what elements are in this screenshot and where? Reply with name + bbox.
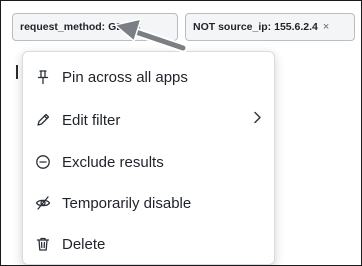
filter-pill-label: request_method: GET [20,21,130,33]
menu-item-temporarily-disable[interactable]: Temporarily disable [23,183,274,223]
pin-icon [35,69,51,85]
menu-item-label: Exclude results [62,153,164,171]
screenshot-frame: request_method: GET × NOT source_ip: 155… [0,0,362,266]
menu-item-label: Delete [62,235,106,253]
filter-pill-close-icon[interactable]: × [323,21,329,33]
chevron-right-icon [252,111,262,130]
minus-circle-icon [35,154,51,170]
menu-item-edit-filter[interactable]: Edit filter [23,100,274,140]
filter-pill-label: NOT source_ip: 155.6.2.4 [193,21,318,33]
pencil-icon [35,112,51,128]
menu-item-pin-across-all-apps[interactable]: Pin across all apps [23,57,274,97]
menu-item-exclude-results[interactable]: Exclude results [23,142,274,182]
menu-item-label: Temporarily disable [62,194,192,212]
menu-item-label: Pin across all apps [62,68,188,86]
menu-item-label: Edit filter [62,111,121,129]
menu-item-delete[interactable]: Delete [23,224,274,264]
filter-pill-request-method[interactable]: request_method: GET × [12,13,178,41]
background-edge-marker [16,65,18,79]
filter-pill-source-ip[interactable]: NOT source_ip: 155.6.2.4 × [185,13,355,41]
filter-pill-close-icon[interactable]: × [135,21,141,33]
trash-icon [35,236,51,252]
eye-slash-icon [35,195,51,211]
filter-context-menu: Pin across all apps Edit filter Exclude … [22,51,275,265]
